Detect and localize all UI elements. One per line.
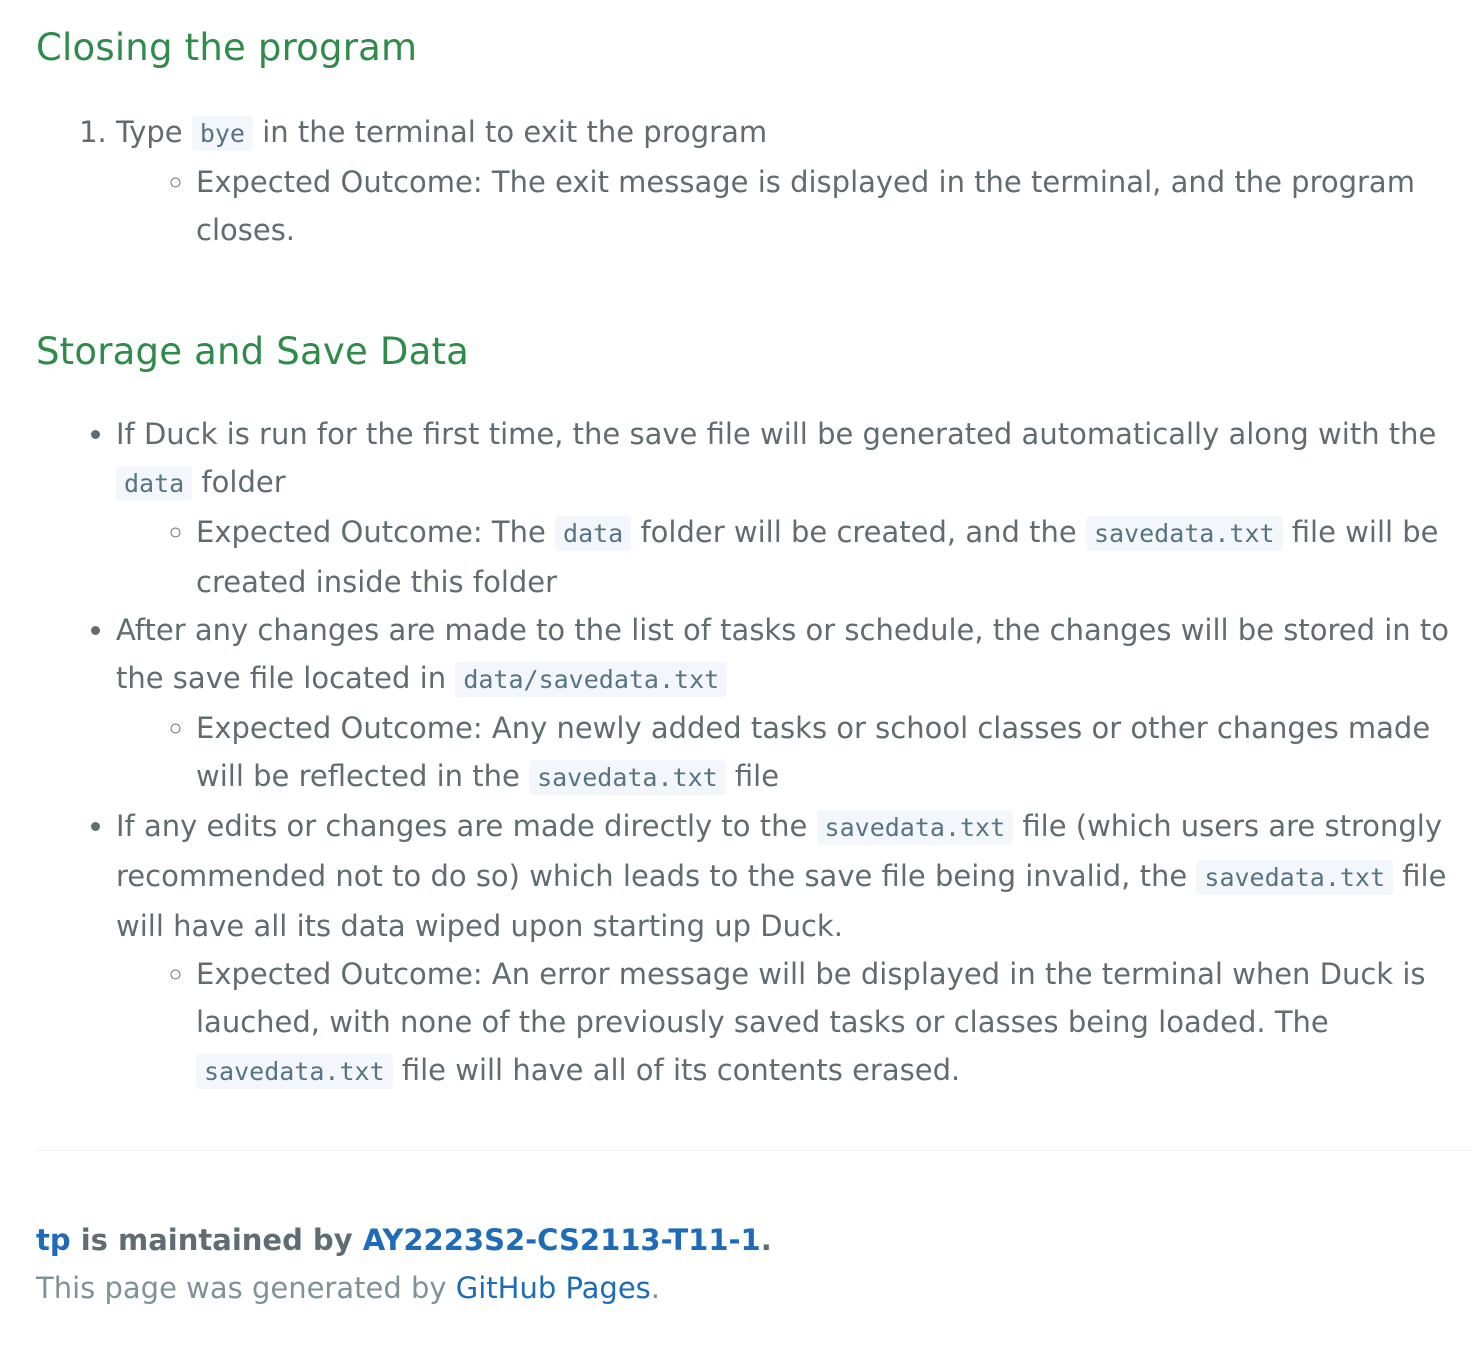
list-item: If any edits or changes are made directl… — [116, 802, 1472, 1096]
sub-list: Expected Outcome: Any newly added tasks … — [116, 704, 1472, 802]
item-text: If any edits or changes are made directl… — [116, 809, 817, 843]
item-text: After any changes are made to the list o… — [116, 613, 1450, 695]
project-link[interactable]: tp — [36, 1223, 71, 1257]
maintained-by-text: is maintained by — [70, 1223, 363, 1257]
outcome-text: Expected Outcome: Any newly added tasks … — [196, 711, 1431, 793]
footer-owner-line: tp is maintained by AY2223S2-CS2113-T11-… — [36, 1216, 1472, 1264]
outcome-text: file will have all of its contents erase… — [392, 1053, 961, 1087]
outcome-text: folder will be created, and the — [631, 515, 1086, 549]
credits-period: . — [650, 1271, 660, 1305]
sub-list: Expected Outcome: An error message will … — [116, 950, 1472, 1096]
inline-code: data/savedata.txt — [455, 662, 728, 697]
inline-code: savedata.txt — [196, 1054, 393, 1089]
item-text: If Duck is run for the first time, the s… — [116, 417, 1437, 451]
step-text-before: Type — [116, 115, 192, 149]
github-pages-link[interactable]: GitHub Pages — [456, 1271, 651, 1305]
expected-outcome: Expected Outcome: The data folder will b… — [196, 508, 1472, 606]
heading-closing-the-program: Closing the program — [36, 26, 418, 69]
inline-code: data — [555, 516, 632, 551]
sub-list: Expected Outcome: The data folder will b… — [116, 508, 1472, 606]
closing-steps-list: Type bye in the terminal to exit the pro… — [36, 108, 1472, 254]
outcome-text: Expected Outcome: The — [196, 515, 556, 549]
expected-outcome: Expected Outcome: An error message will … — [196, 950, 1472, 1096]
outcome-text: file — [725, 759, 780, 793]
inline-code: savedata.txt — [529, 760, 726, 795]
inline-code: savedata.txt — [1085, 516, 1283, 551]
inline-code: data — [116, 466, 193, 501]
step-text-after: in the terminal to exit the program — [252, 115, 768, 149]
credits-text: This page was generated by — [36, 1271, 456, 1305]
expected-outcome: Expected Outcome: The exit message is di… — [196, 158, 1472, 254]
item-text: folder — [192, 465, 286, 499]
heading-storage-and-save-data: Storage and Save Data — [36, 330, 470, 373]
inline-code: savedata.txt — [1196, 860, 1394, 895]
outcome-text: Expected Outcome: An error message will … — [196, 957, 1426, 1039]
expected-outcome: Expected Outcome: Any newly added tasks … — [196, 704, 1472, 802]
inline-code: savedata.txt — [816, 810, 1014, 845]
footer-credits-line: This page was generated by GitHub Pages. — [36, 1264, 1472, 1312]
sub-list: Expected Outcome: The exit message is di… — [116, 158, 1472, 254]
owner-period: . — [760, 1223, 772, 1257]
list-item: If Duck is run for the first time, the s… — [116, 410, 1472, 606]
list-item: Type bye in the terminal to exit the pro… — [116, 108, 1472, 254]
footer-divider — [36, 1150, 1472, 1151]
inline-code: bye — [191, 116, 253, 151]
owner-link[interactable]: AY2223S2-CS2113-T11-1 — [363, 1223, 761, 1257]
site-footer: tp is maintained by AY2223S2-CS2113-T11-… — [36, 1216, 1472, 1312]
storage-bullets-list: If Duck is run for the first time, the s… — [36, 410, 1472, 1096]
list-item: After any changes are made to the list o… — [116, 606, 1472, 802]
main-content: Closing the program Type bye in the term… — [36, 0, 1472, 1305]
